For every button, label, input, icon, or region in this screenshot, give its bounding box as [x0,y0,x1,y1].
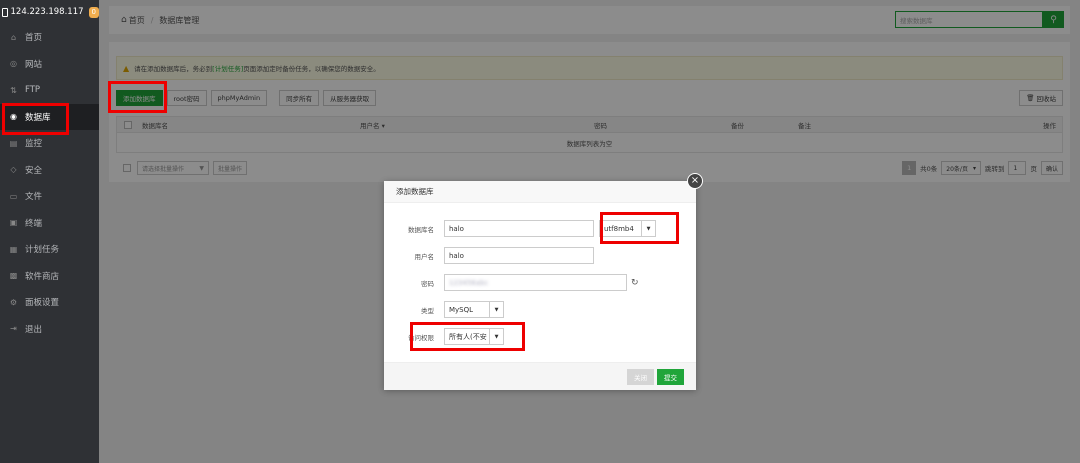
terminal-icon: ▣ [9,218,18,228]
type-value: MySQL [449,305,474,314]
chevron-down-icon: ▼ [489,329,503,344]
access-value: 所有人(不安 [449,332,487,341]
type-select[interactable]: MySQL ▼ [444,301,504,318]
sidebar-item-label: 终端 [25,218,43,229]
calendar-icon: ▦ [9,244,18,254]
sidebar-item-label: 计划任务 [25,245,60,256]
server-host: 124.223.198.117 0 [0,0,99,24]
notification-badge[interactable]: 0 [88,6,99,18]
type-label: 类型 [421,306,434,315]
password-label: 密码 [421,279,434,288]
home-icon: ⌂ [10,32,17,42]
db-name-label: 数据库名 [408,225,434,234]
row-password: 密码 123456abc ↻ [384,274,639,291]
sidebar-item-ftp[interactable]: ⇅ FTP [0,77,99,104]
folder-icon: ▭ [9,191,18,201]
sidebar-item-monitor[interactable]: ▤ 监控 [0,130,99,157]
server-ip: 124.223.198.117 [10,7,84,17]
charset-value: utf8mb4 [604,224,634,233]
logout-icon: ⇥ [10,324,17,334]
add-database-dialog: 添加数据库 × 数据库名 halo utf8mb4 ▼ 用户名 halo 密码 1… [384,173,703,390]
charset-select[interactable]: utf8mb4 ▼ [599,220,656,237]
close-icon[interactable]: × [687,173,703,189]
sidebar-item-security[interactable]: ◇ 安全 [0,157,99,184]
monitor-icon: ▤ [9,138,18,148]
refresh-icon[interactable]: ↻ [631,278,639,288]
shield-icon: ◇ [10,165,17,175]
sidebar-item-website[interactable]: ◎ 网站 [0,51,99,78]
sidebar-item-label: 网站 [25,59,43,70]
sidebar-item-label: 文件 [25,192,43,203]
gear-icon: ⚙ [9,297,18,307]
username-label: 用户名 [414,252,435,261]
sidebar-item-label: 首页 [25,33,43,44]
cancel-button[interactable]: 关闭 [627,369,654,385]
ftp-icon: ⇅ [10,85,17,95]
row-access: 访问权限 所有人(不安 ▼ [384,328,504,345]
dialog-footer: 关闭 提交 [384,362,696,390]
server-icon [2,7,8,17]
sidebar-item-label: 退出 [25,324,43,335]
submit-button[interactable]: 提交 [657,369,684,385]
chevron-down-icon: ▼ [489,302,503,317]
username-input[interactable]: halo [444,247,594,264]
sidebar-item-label: 监控 [25,139,43,150]
access-select[interactable]: 所有人(不安 ▼ [444,328,504,345]
grid-icon: ▩ [9,271,18,281]
access-label: 访问权限 [408,333,434,342]
dialog-title: 添加数据库 [384,181,696,203]
sidebar-item-settings[interactable]: ⚙ 面板设置 [0,289,99,316]
password-input[interactable]: 123456abc [444,274,627,291]
sidebar-item-terminal[interactable]: ▣ 终端 [0,210,99,237]
sidebar-item-label: 数据库 [25,112,51,123]
sidebar-item-label: 安全 [25,165,43,176]
row-db-name: 数据库名 halo utf8mb4 ▼ [384,220,656,237]
database-icon: ◉ [10,112,17,122]
globe-icon: ◎ [10,59,17,69]
sidebar-item-label: FTP [25,85,41,96]
sidebar-item-logout[interactable]: ⇥ 退出 [0,316,99,343]
sidebar-item-label: 软件商店 [25,271,60,282]
sidebar-item-label: 面板设置 [25,298,60,309]
sidebar-item-cron[interactable]: ▦ 计划任务 [0,236,99,263]
sidebar-item-database[interactable]: ◉ 数据库 [0,103,99,130]
row-type: 类型 MySQL ▼ [384,301,504,318]
sidebar: 124.223.198.117 0 ⌂ 首页 ◎ 网站 ⇅ FTP ◉ 数据库 ▤ 监控 … [0,0,99,463]
sidebar-item-store[interactable]: ▩ 软件商店 [0,263,99,290]
chevron-down-icon: ▼ [641,221,655,236]
db-name-input[interactable]: halo [444,220,594,237]
row-username: 用户名 halo [384,247,594,264]
sidebar-item-files[interactable]: ▭ 文件 [0,183,99,210]
sidebar-item-home[interactable]: ⌂ 首页 [0,24,99,51]
